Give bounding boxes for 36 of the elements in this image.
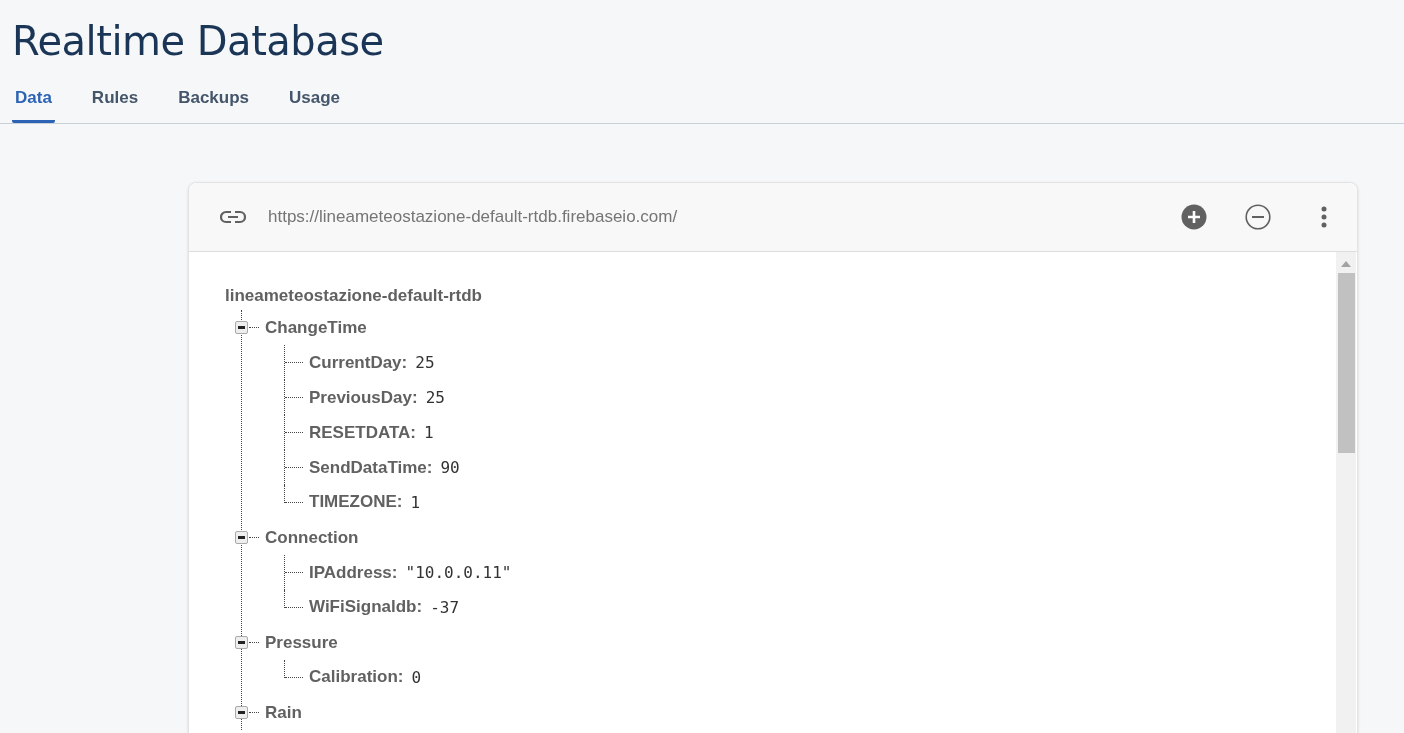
- more-menu-icon[interactable]: [1321, 206, 1327, 228]
- node-key: SendDataTime:: [309, 457, 433, 478]
- database-url: https://lineameteostazione-default-rtdb.firebaseio.com/: [268, 207, 679, 227]
- node-key: TIMEZONE:: [309, 492, 403, 512]
- node-value: 0: [411, 668, 422, 687]
- node-value: 25: [425, 388, 445, 407]
- link-icon: [220, 210, 246, 224]
- node-key: IPAddress:: [309, 562, 398, 583]
- node-key: RESETDATA:: [309, 422, 417, 443]
- remove-icon[interactable]: [1245, 204, 1271, 230]
- page-title: Realtime Database: [11, 17, 385, 64]
- node-value: 90: [440, 458, 460, 477]
- node-key: Pressure: [265, 632, 338, 653]
- add-icon[interactable]: [1181, 204, 1207, 230]
- node-key: CurrentDay:: [309, 352, 408, 373]
- collapse-toggle[interactable]: [235, 706, 248, 719]
- tab[interactable]: Usage: [286, 84, 344, 123]
- node-key: ChangeTime: [265, 317, 367, 338]
- node-key: WiFiSignaldb:: [309, 597, 423, 617]
- node-value: -37: [430, 598, 460, 617]
- node-key: PreviousDay:: [309, 387, 418, 408]
- node-value: 1: [424, 423, 434, 442]
- collapse-toggle[interactable]: [235, 321, 248, 334]
- node-value: "10.0.0.11": [405, 563, 512, 582]
- tab[interactable]: Data: [12, 84, 55, 123]
- tab[interactable]: Rules: [88, 84, 142, 123]
- collapse-toggle[interactable]: [235, 531, 248, 544]
- collapse-toggle[interactable]: [235, 636, 248, 649]
- node-value: 25: [415, 353, 435, 372]
- node-key: Calibration:: [309, 667, 404, 687]
- node-value: 1: [410, 493, 421, 512]
- scrollbar[interactable]: [1336, 252, 1356, 733]
- root-label: lineameteostazione-default-rtdb: [225, 286, 482, 305]
- node-key: Connection: [265, 527, 359, 548]
- node-key: Rain: [265, 702, 302, 723]
- tab[interactable]: Backups: [175, 84, 253, 123]
